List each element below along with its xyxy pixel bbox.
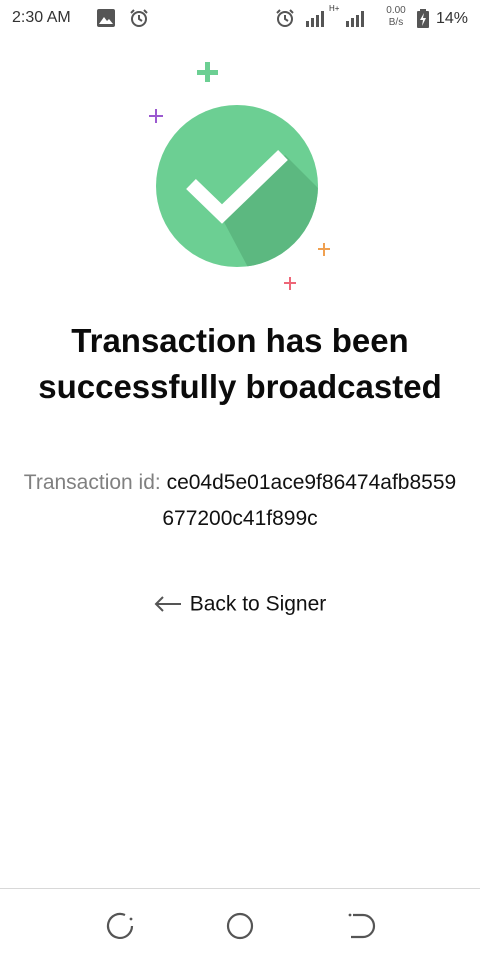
back-icon[interactable] xyxy=(343,909,377,943)
back-to-signer-label: Back to Signer xyxy=(189,592,327,616)
title-line-2: successfully broadcasted xyxy=(38,368,442,405)
arrow-left-icon xyxy=(154,596,181,613)
home-icon[interactable] xyxy=(223,909,257,943)
sparkle-icon xyxy=(318,243,330,256)
title-line-1: Transaction has been xyxy=(71,322,409,359)
sparkle-icon xyxy=(284,277,296,290)
sparkle-icon xyxy=(197,62,218,82)
transaction-id-label: Transaction id: xyxy=(23,471,161,494)
recent-apps-icon[interactable] xyxy=(103,909,137,943)
back-to-signer-link[interactable]: Back to Signer xyxy=(0,592,480,616)
navigation-bar xyxy=(0,888,480,960)
transaction-id-value: ce04d5e01ace9f86474afb8559677200c41f899c xyxy=(162,471,457,530)
success-illustration xyxy=(149,62,330,290)
sparkle-icon xyxy=(149,109,163,123)
transaction-info: Transaction id: ce04d5e01ace9f86474afb85… xyxy=(20,465,460,537)
screen: 2:30 AM H+ 0.00 B/s 14% Transaction has … xyxy=(0,0,480,960)
page-title: Transaction has been successfully broadc… xyxy=(0,318,480,410)
